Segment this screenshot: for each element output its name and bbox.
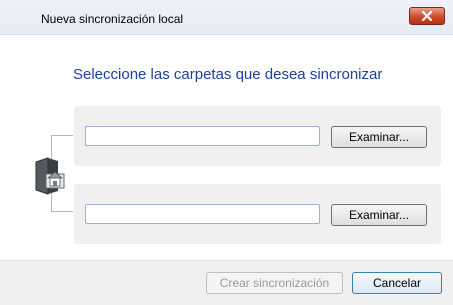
window-title: Nueva sincronización local bbox=[41, 12, 184, 26]
cancel-button[interactable]: Cancelar bbox=[352, 272, 442, 294]
home-folder-icon bbox=[35, 157, 65, 195]
folder-path-input-1[interactable] bbox=[85, 126, 320, 146]
folder-panel-2: Examinar... bbox=[74, 184, 441, 244]
dialog-footer: Crear sincronización Cancelar bbox=[0, 260, 453, 305]
close-icon bbox=[421, 11, 433, 21]
title-bar[interactable]: Nueva sincronización local bbox=[0, 0, 453, 35]
browse-button-2[interactable]: Examinar... bbox=[331, 204, 427, 226]
browse-button-1[interactable]: Examinar... bbox=[331, 126, 427, 148]
dialog-heading: Seleccione las carpetas que desea sincro… bbox=[73, 66, 383, 83]
sync-dialog: Nueva sincronización local Seleccione la… bbox=[0, 0, 453, 305]
create-sync-button[interactable]: Crear sincronización bbox=[206, 272, 343, 294]
folder-panel-1: Examinar... bbox=[74, 106, 441, 166]
close-button[interactable] bbox=[409, 7, 445, 25]
folder-path-input-2[interactable] bbox=[85, 204, 320, 224]
